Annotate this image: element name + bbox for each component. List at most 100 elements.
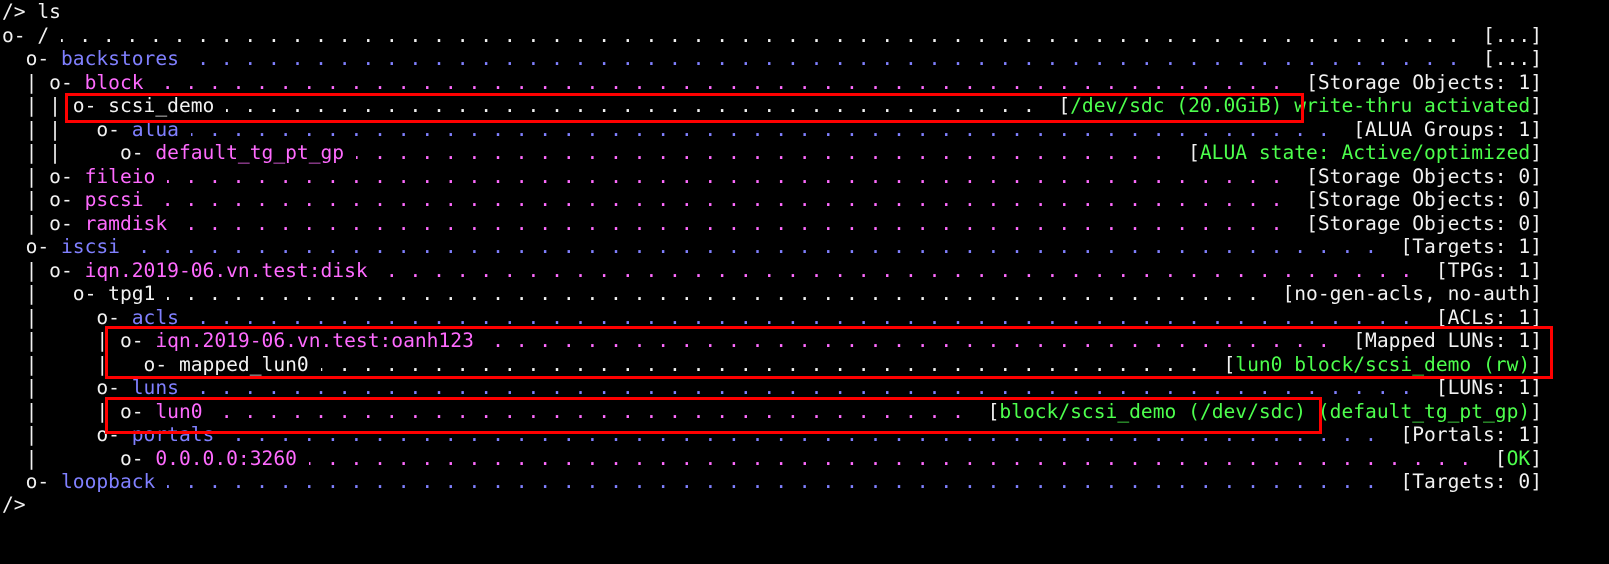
node-status: [Targets: 1] [1388, 235, 1542, 259]
node-name[interactable]: portals [132, 423, 215, 446]
node-name[interactable]: luns [132, 376, 179, 399]
node-name[interactable]: fileio [85, 165, 156, 188]
status-segment: [Storage Objects: 0] [1306, 164, 1542, 188]
tree-row: . . . . . . . . . . . . . . . . . . . . … [2, 141, 1542, 165]
tree-row: . . . . . . . . . . . . . . . . . . . . … [2, 70, 1542, 94]
status-segment: [ [1223, 352, 1236, 376]
status-segment: [LUNs: 1] [1435, 376, 1542, 399]
leader-dots: . . . . . . . . . . . . . . . . . . . . … [167, 470, 1377, 493]
leader-dots: . . . . . . . . . . . . . . . . . . . . … [167, 282, 1259, 305]
leader-dots: . . . . . . . . . . . . . . . . . . . . … [138, 235, 1377, 258]
tree-connector: o- [2, 23, 38, 47]
node-name[interactable]: alua [132, 118, 179, 141]
node-name[interactable]: ramdisk [85, 212, 168, 235]
node-name[interactable]: iqn.2019-06.vn.test:disk [85, 259, 368, 282]
leader-dots: . . . . . . . . . . . . . . . . . . . . … [197, 47, 1460, 70]
node-name[interactable]: backstores [61, 47, 179, 70]
node-name[interactable]: block [85, 71, 144, 94]
node-status: [Storage Objects: 0] [1294, 211, 1542, 235]
tree-connector: | | o- [2, 329, 156, 352]
status-segment: ] [1530, 141, 1542, 164]
leader-dots: . . . . . . . . . . . . . . . . . . . . … [185, 211, 1283, 235]
leader-dots: . . . . . . . . . . . . . . . . . . . . … [321, 352, 1200, 376]
node-status: [/dev/sdc (20.0GiB) write-thru activated… [1046, 94, 1542, 118]
status-segment: ] [1530, 446, 1542, 470]
node-name[interactable]: scsi_demo [108, 94, 214, 117]
node-name[interactable]: acls [132, 306, 179, 329]
status-segment: [Portals: 1] [1400, 423, 1542, 446]
leader-dots: . . . . . . . . . . . . . . . . . . . . … [197, 305, 1413, 329]
node-name[interactable]: / [37, 24, 49, 47]
tree-connector: | o- [2, 376, 132, 399]
node-name[interactable]: lun0 [155, 400, 202, 423]
tree-row: . . . . . . . . . . . . . . . . . . . . … [2, 211, 1542, 235]
status-segment: [Mapped LUNs: 1] [1353, 329, 1542, 352]
tree-connector: | o- [2, 211, 85, 235]
tree-connector: | | o- [2, 117, 132, 141]
node-name[interactable]: pscsi [85, 188, 144, 211]
node-status: [ACLs: 1] [1424, 305, 1542, 329]
tree-connector: | o- [2, 446, 156, 470]
status-segment: [Storage Objects: 0] [1306, 211, 1542, 235]
node-status: [OK] [1483, 446, 1542, 470]
tree-row: . . . . . . . . . . . . . . . . . . . . … [2, 470, 1542, 494]
node-status: [Storage Objects: 0] [1294, 164, 1542, 188]
node-name[interactable]: iqn.2019-06.vn.test:oanh123 [155, 329, 474, 352]
node-name[interactable]: iscsi [61, 235, 120, 258]
node-name[interactable]: default_tg_pt_gp [155, 141, 344, 164]
status-segment: OK [1506, 446, 1531, 470]
status-segment: [ACLs: 1] [1435, 305, 1542, 329]
status-segment: [...] [1483, 23, 1542, 47]
node-name[interactable]: loopback [61, 470, 155, 493]
leader-dots: . . . . . . . . . . . . . . . . . . . . … [309, 446, 1472, 470]
tree-connector: | | o- [2, 399, 156, 423]
terminal-window[interactable]: /> ls . . . . . . . . . . . . . . . . . … [2, 0, 1542, 529]
status-segment: [ [1494, 446, 1507, 470]
status-segment: [ [1058, 94, 1071, 117]
tree-connector: | o- [2, 282, 109, 305]
tree-row: . . . . . . . . . . . . . . . . . . . . … [2, 47, 1542, 71]
tree-row: . . . . . . . . . . . . . . . . . . . . … [2, 23, 1542, 47]
status-segment: [...] [1483, 47, 1542, 70]
tree-connector: | o- [2, 305, 132, 329]
status-segment: [ [1188, 141, 1200, 164]
tree-row: . . . . . . . . . . . . . . . . . . . . … [2, 94, 1542, 118]
node-name[interactable]: 0.0.0.0:3260 [155, 447, 297, 470]
node-name[interactable]: mapped_lun0 [179, 353, 309, 376]
tree-connector: | o- [2, 258, 85, 282]
node-status: [Mapped LUNs: 1] [1341, 329, 1542, 353]
leader-dots: . . . . . . . . . . . . . . . . . . . . … [226, 94, 1035, 117]
tree-row: . . . . . . . . . . . . . . . . . . . . … [2, 235, 1542, 259]
status-segment: [Targets: 0] [1400, 470, 1542, 493]
leader-dots: . . . . . . . . . . . . . . . . . . . . … [161, 70, 1283, 94]
tree-row: . . . . . . . . . . . . . . . . . . . . … [2, 423, 1542, 447]
leader-dots: . . . . . . . . . . . . . . . . . . . . … [61, 23, 1460, 47]
node-status: [ALUA Groups: 1] [1341, 117, 1542, 141]
leader-dots: . . . . . . . . . . . . . . . . . . . . … [197, 376, 1413, 399]
tree-row: . . . . . . . . . . . . . . . . . . . . … [2, 305, 1542, 329]
node-status: [lun0 block/scsi_demo (rw)] [1211, 352, 1542, 376]
status-segment: ] [1530, 399, 1542, 423]
status-segment: /dev/sdc (20.0GiB) write-thru activated [1070, 94, 1531, 117]
tree-row: . . . . . . . . . . . . . . . . . . . . … [2, 258, 1542, 282]
status-segment: [ [987, 399, 1000, 423]
tree-row: . . . . . . . . . . . . . . . . . . . . … [2, 352, 1542, 376]
tree-row: . . . . . . . . . . . . . . . . . . . . … [2, 376, 1542, 400]
node-status: [Targets: 0] [1388, 470, 1542, 494]
tree-row: . . . . . . . . . . . . . . . . . . . . … [2, 117, 1542, 141]
leader-dots: . . . . . . . . . . . . . . . . . . . . … [356, 141, 1165, 164]
leader-dots: . . . . . . . . . . . . . . . . . . . . … [492, 329, 1330, 352]
final-prompt-line: /> [2, 493, 1542, 517]
tree-connector: | | o- [2, 94, 109, 117]
leader-dots: . . . . . . . . . . . . . . . . . . . . … [191, 117, 1330, 141]
node-status: [Portals: 1] [1388, 423, 1542, 447]
status-segment: ALUA state: Active/optimized [1199, 141, 1531, 164]
tree-connector: o- [2, 470, 61, 493]
node-status: [...] [1471, 47, 1542, 71]
final-prompt: /> [2, 493, 26, 516]
prompt: /> [2, 0, 26, 23]
node-name[interactable]: tpg1 [108, 282, 155, 305]
tree-row: . . . . . . . . . . . . . . . . . . . . … [2, 446, 1542, 470]
tree-connector: | o- [2, 423, 132, 446]
status-segment: [TPGs: 1] [1435, 258, 1542, 282]
